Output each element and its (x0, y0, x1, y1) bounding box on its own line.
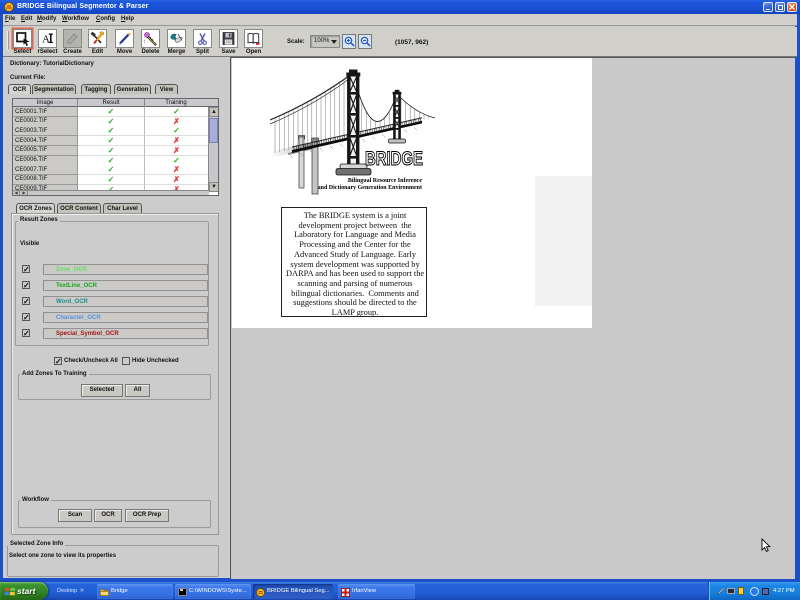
svg-text:and Dictionary Generation Envi: and Dictionary Generation Environment (318, 185, 422, 191)
svg-text:BRIDGE: BRIDGE (365, 149, 423, 170)
svg-text:Bilingual Resource Inference: Bilingual Resource Inference (348, 178, 422, 184)
svg-text:A: A (42, 34, 50, 46)
